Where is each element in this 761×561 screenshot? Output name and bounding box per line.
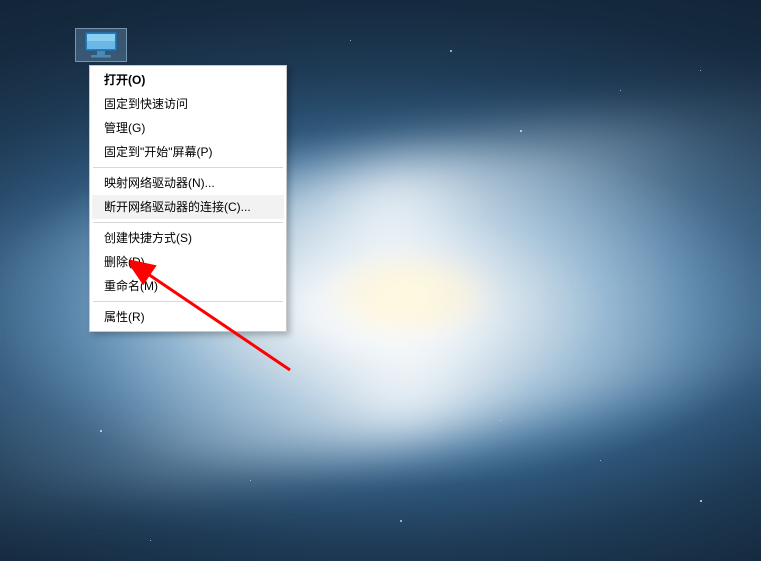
menu-item-create-shortcut[interactable]: 创建快捷方式(S) <box>92 226 284 250</box>
context-menu: 打开(O) 固定到快速访问 管理(G) 固定到"开始"屏幕(P) 映射网络驱动器… <box>89 65 287 332</box>
menu-separator <box>93 167 283 168</box>
menu-item-delete[interactable]: 删除(D) <box>92 250 284 274</box>
menu-item-properties[interactable]: 属性(R) <box>92 305 284 329</box>
menu-item-manage[interactable]: 管理(G) <box>92 116 284 140</box>
menu-item-pin-start[interactable]: 固定到"开始"屏幕(P) <box>92 140 284 164</box>
menu-item-rename[interactable]: 重命名(M) <box>92 274 284 298</box>
menu-item-open[interactable]: 打开(O) <box>92 68 284 92</box>
menu-item-pin-quick-access[interactable]: 固定到快速访问 <box>92 92 284 116</box>
desktop-icon-this-pc[interactable] <box>75 28 127 62</box>
menu-item-map-network-drive[interactable]: 映射网络驱动器(N)... <box>92 171 284 195</box>
computer-icon <box>81 30 121 60</box>
menu-separator <box>93 222 283 223</box>
menu-separator <box>93 301 283 302</box>
menu-item-disconnect-network-drive[interactable]: 断开网络驱动器的连接(C)... <box>92 195 284 219</box>
